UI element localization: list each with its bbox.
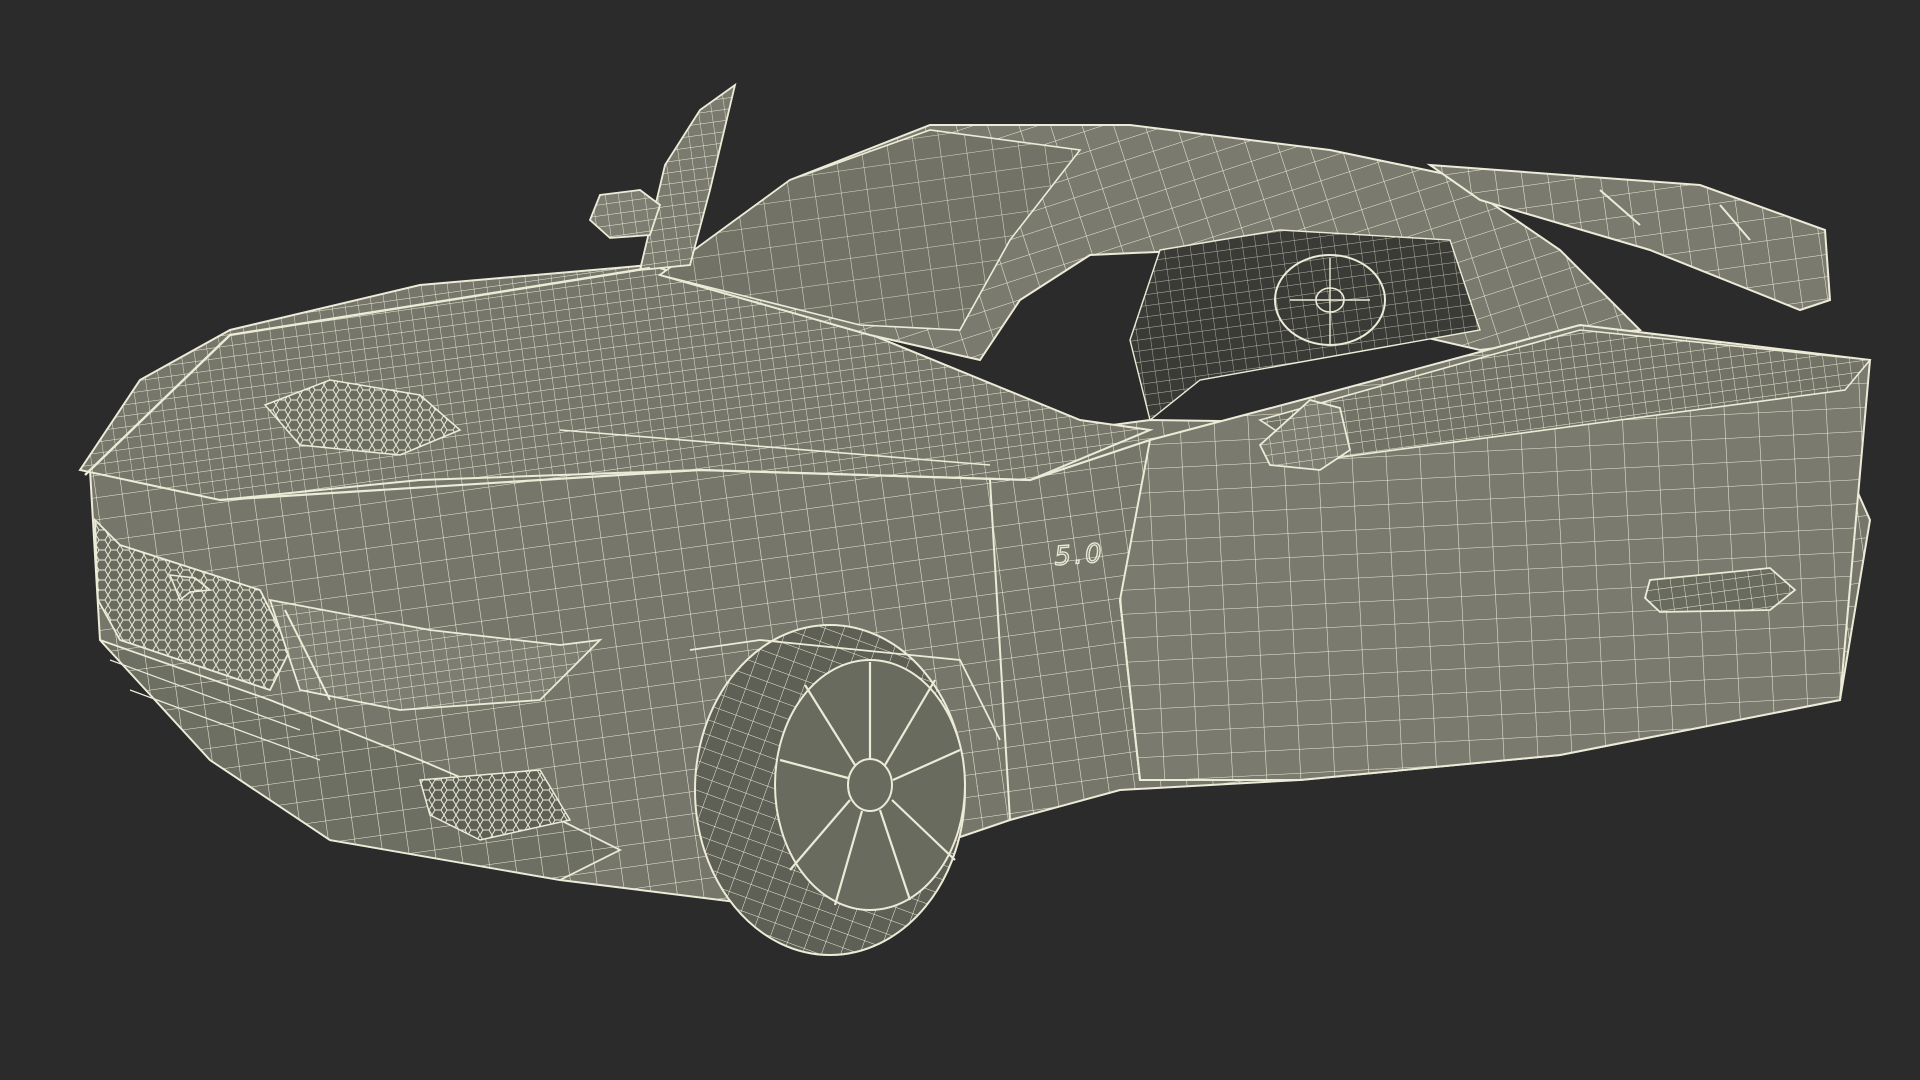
badge-5-0: 5.0 [1053, 538, 1107, 573]
wireframe-render: 5.0 [78, 82, 1872, 956]
side-mirror-left [588, 189, 662, 239]
open-door [1118, 323, 1872, 781]
front-wheel [694, 624, 966, 956]
3d-viewport[interactable]: 5.0 [0, 0, 1920, 1080]
badge-text: 5.0 [1053, 539, 1105, 572]
